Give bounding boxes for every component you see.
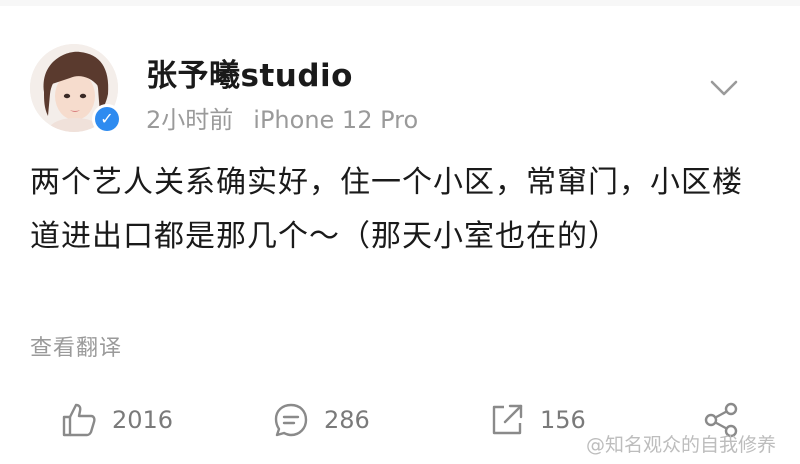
post-time: 2小时前 xyxy=(146,106,234,134)
verified-badge: ✓ xyxy=(92,104,122,134)
comment-icon xyxy=(274,403,308,437)
chevron-down-icon xyxy=(710,80,738,96)
repost-count: 156 xyxy=(540,406,586,434)
repost-icon xyxy=(492,404,523,435)
like-count: 2016 xyxy=(112,406,174,434)
post-meta: 2小时前 iPhone 12 Pro xyxy=(146,100,418,135)
like-button[interactable]: 2016 xyxy=(60,400,173,440)
more-options-button[interactable] xyxy=(706,70,742,106)
watermark: @知名观众的自我修养 xyxy=(586,434,777,456)
top-divider xyxy=(0,0,800,6)
post-text: 两个艺人关系确实好，住一个小区，常窜门，小区楼道进出口都是那几个～（那天小室也在… xyxy=(30,165,743,254)
weibo-post-card: ✓ 张予曦studio 2小时前 iPhone 12 Pro 两个艺人关系确实好，… xyxy=(0,0,800,464)
comment-count: 286 xyxy=(324,406,370,434)
verified-check-icon: ✓ xyxy=(95,107,119,131)
post-device: iPhone 12 Pro xyxy=(253,106,419,134)
username[interactable]: 张予曦studio xyxy=(146,50,353,95)
repost-button[interactable]: 156 xyxy=(488,400,586,440)
comment-button[interactable]: 286 xyxy=(272,400,370,440)
view-translation-link[interactable]: 查看翻译 xyxy=(30,330,122,362)
thumbs-up-icon xyxy=(62,403,96,437)
